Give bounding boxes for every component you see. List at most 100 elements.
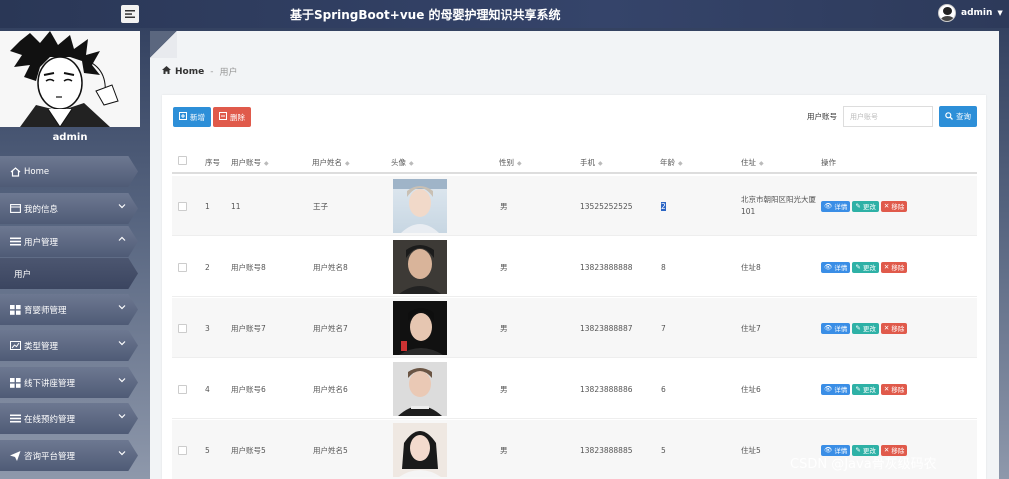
cell-age: 8: [661, 262, 666, 272]
column-header-actions: 操作: [821, 158, 836, 167]
row-checkbox[interactable]: [178, 176, 187, 236]
column-header-no: 序号: [205, 158, 220, 167]
cell-actions: 👁 详情 ✎ 更改 ✕ 移除: [821, 298, 909, 358]
eye-icon: 👁: [824, 202, 833, 210]
sidebar-item-type-management[interactable]: 类型管理: [0, 330, 138, 361]
cell-age-value: 2: [661, 201, 666, 211]
sidebar-item-user[interactable]: 用户: [0, 258, 138, 289]
remove-button[interactable]: ✕ 移除: [880, 200, 908, 212]
cell-address: 北京市朝阳区阳光大厦101: [741, 176, 817, 236]
breadcrumb-home-link[interactable]: Home: [175, 67, 204, 77]
grid-icon: [10, 304, 22, 315]
cell-phone: 13525252525: [580, 201, 633, 211]
sidebar: admin Home 我的信息 用户管理 用户 育婴师管理 类型管理 线下讲座管…: [0, 28, 150, 479]
edit-button[interactable]: ✎ 更改: [852, 322, 879, 334]
sort-icon: ◆: [759, 160, 764, 167]
profile-avatar: [0, 31, 140, 127]
chevron-down-icon: [118, 339, 126, 350]
search-button-label: 查询: [956, 112, 971, 121]
sidebar-item-lecture-management[interactable]: 线下讲座管理: [0, 367, 138, 398]
sidebar-item-label: Home: [24, 166, 50, 177]
search-icon: [945, 111, 953, 122]
column-header-phone[interactable]: 手机 ◆: [580, 157, 603, 168]
cell-age: 5: [661, 445, 666, 455]
breadcrumb: Home - 用户: [162, 65, 237, 78]
edit-icon: ✎: [855, 263, 861, 271]
detail-button[interactable]: 👁 详情: [821, 383, 851, 395]
cell-address: 住址5: [741, 445, 761, 455]
column-header-name[interactable]: 用户姓名 ◆: [312, 157, 350, 168]
select-all-checkbox[interactable]: [178, 156, 187, 165]
close-icon: ✕: [883, 385, 890, 393]
chevron-down-icon: [118, 376, 126, 387]
add-button[interactable]: 新增: [173, 107, 211, 127]
cell-no: 2: [205, 262, 210, 272]
profile-name: admin: [52, 132, 88, 143]
edit-button[interactable]: ✎ 更改: [852, 383, 879, 395]
table-header: 序号 用户账号 ◆ 用户姓名 ◆ 头像 ◆ 性别 ◆ 手机 ◆ 年龄 ◆ 住址 ◆ 操作: [172, 148, 977, 174]
user-photo: [393, 179, 447, 233]
cell-address: 住址8: [741, 262, 761, 272]
detail-button[interactable]: 👁 详情: [821, 261, 851, 273]
column-header-gender[interactable]: 性别 ◆: [499, 157, 522, 168]
detail-button[interactable]: 👁 详情: [821, 322, 851, 334]
list-icon: [10, 414, 22, 423]
chevron-down-icon: [118, 202, 126, 213]
cell-no: 3: [205, 323, 210, 333]
top-bar: 基于SpringBoot+vue 的母婴护理知识共享系统 admin ▼: [0, 0, 1009, 28]
cell-avatar: [393, 176, 447, 236]
chevron-down-icon: [118, 412, 126, 423]
cell-address: 住址6: [741, 384, 761, 394]
cell-account: 用户账号7: [231, 323, 266, 333]
edit-button[interactable]: ✎ 更改: [852, 200, 879, 212]
remove-button[interactable]: ✕ 移除: [880, 261, 908, 273]
sidebar-item-label: 在线预约管理: [24, 414, 76, 425]
eye-icon: 👁: [824, 385, 833, 393]
column-header-address[interactable]: 住址 ◆: [741, 157, 764, 168]
row-checkbox[interactable]: [178, 237, 187, 297]
sort-icon: ◆: [517, 160, 522, 167]
page-curl-decoration: [150, 31, 177, 58]
sidebar-item-user-management[interactable]: 用户管理: [0, 226, 138, 257]
cell-phone: 13823888887: [580, 323, 633, 333]
sidebar-item-booking-management[interactable]: 在线预约管理: [0, 403, 138, 434]
sidebar-item-consult-management[interactable]: 咨询平台管理: [0, 440, 138, 471]
remove-button[interactable]: ✕ 移除: [880, 322, 908, 334]
detail-button[interactable]: 👁 详情: [821, 200, 851, 212]
remove-button[interactable]: ✕ 移除: [880, 383, 908, 395]
cell-name: 王子: [313, 201, 328, 211]
table-row: 1 11 王子 男 13525252525 2 北京市朝阳区阳光大厦101 👁 …: [172, 176, 977, 236]
user-photo: [393, 240, 447, 294]
search-input[interactable]: [843, 106, 933, 127]
delete-button[interactable]: 删除: [213, 107, 251, 127]
search-button[interactable]: 查询: [939, 106, 977, 127]
eye-icon: 👁: [824, 324, 833, 332]
edit-button[interactable]: ✎ 更改: [852, 261, 879, 273]
table-row: 3 用户账号7 用户姓名7 男 13823888887 7 住址7 👁 详情 ✎…: [172, 298, 977, 358]
cell-gender: 男: [500, 445, 508, 455]
sort-icon: ◆: [264, 160, 269, 167]
username: admin: [961, 8, 993, 18]
sidebar-item-home[interactable]: Home: [0, 156, 138, 187]
cell-phone: 13823888885: [580, 445, 633, 455]
cell-name: 用户姓名6: [313, 384, 348, 394]
column-header-age[interactable]: 年龄 ◆: [660, 157, 683, 168]
chevron-down-icon: [118, 303, 126, 314]
edit-icon: ✎: [855, 202, 861, 210]
cell-gender: 男: [500, 262, 508, 272]
sidebar-item-nanny-management[interactable]: 育婴师管理: [0, 294, 138, 325]
manga-portrait-icon: [0, 31, 140, 127]
cell-name: 用户姓名8: [313, 262, 348, 272]
sidebar-item-my-info[interactable]: 我的信息: [0, 193, 138, 224]
cell-account: 用户账号6: [231, 384, 266, 394]
row-checkbox[interactable]: [178, 298, 187, 358]
column-header-avatar[interactable]: 头像 ◆: [391, 157, 414, 168]
breadcrumb-current: 用户: [219, 68, 238, 78]
sidebar-item-label: 线下讲座管理: [24, 378, 76, 389]
row-checkbox[interactable]: [178, 420, 187, 479]
user-menu[interactable]: admin ▼: [938, 3, 1003, 23]
column-header-account[interactable]: 用户账号 ◆: [231, 157, 269, 168]
menu-toggle-button[interactable]: [121, 5, 139, 23]
row-checkbox[interactable]: [178, 359, 187, 419]
chevron-up-icon: [118, 235, 126, 246]
